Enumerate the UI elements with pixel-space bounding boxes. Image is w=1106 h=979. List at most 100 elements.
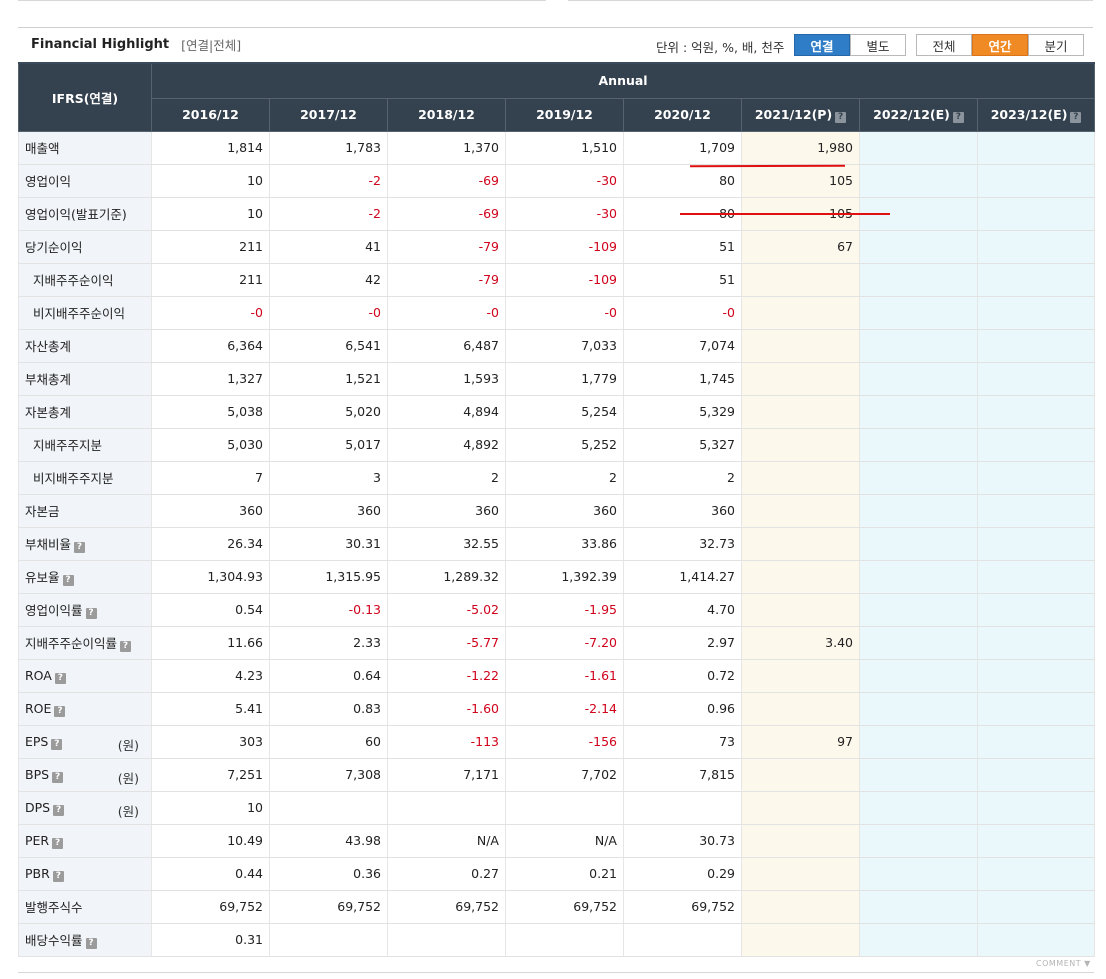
- help-icon[interactable]: ?: [120, 641, 132, 652]
- row-label: BPS? (원): [18, 757, 152, 792]
- table-cell: 0.31: [151, 922, 270, 957]
- table-cell: 32.73: [623, 526, 742, 561]
- row-label: 자산총계: [18, 328, 152, 363]
- row-label: 당기순이익: [18, 229, 152, 264]
- table-cell: [859, 328, 978, 363]
- row-label-text: 자본총계: [25, 405, 72, 420]
- row-unit: (원): [117, 737, 139, 753]
- help-icon[interactable]: ?: [52, 870, 64, 882]
- row-label: DPS? (원): [18, 790, 152, 825]
- table-cell: -2: [269, 163, 388, 198]
- table-cell: 4.23: [151, 658, 270, 693]
- table-cell: 2: [623, 460, 742, 495]
- table-cell: 5,020: [269, 394, 388, 429]
- annual-group-header: Annual: [150, 62, 1096, 99]
- table-cell: [859, 922, 978, 957]
- table-cell: 2: [387, 460, 506, 495]
- table-cell: -30: [505, 163, 624, 198]
- row-label: 자본총계: [18, 394, 152, 429]
- table-cell: [623, 790, 742, 825]
- table-cell: 32.55: [387, 526, 506, 561]
- table-cell: -69: [387, 163, 506, 198]
- help-icon[interactable]: ?: [54, 705, 66, 717]
- help-icon[interactable]: ?: [85, 608, 97, 619]
- row-label: 발행주식수: [18, 889, 152, 924]
- row-label-text: 지배주주순이익률: [25, 636, 118, 651]
- table-cell: [976, 889, 1096, 924]
- table-cell: [859, 427, 978, 462]
- help-icon[interactable]: ?: [53, 804, 65, 816]
- table-cell: [976, 130, 1096, 165]
- annual-button[interactable]: 연간: [972, 34, 1028, 56]
- table-row: 영업이익(발표기준) 10 -2 -69 -30 80 105: [18, 196, 1096, 231]
- help-icon[interactable]: ?: [52, 771, 64, 783]
- help-icon[interactable]: ?: [835, 111, 847, 123]
- row-label: ROE?: [18, 691, 152, 726]
- table-cell: 33.86: [505, 526, 624, 561]
- table-cell: [859, 295, 978, 330]
- table-cell: 2.33: [269, 625, 388, 660]
- table-cell: 69,752: [269, 889, 388, 924]
- table-cell: [859, 526, 978, 561]
- help-icon[interactable]: ?: [62, 575, 74, 586]
- table-cell: 360: [505, 493, 624, 528]
- table-row: ROE? 5.41 0.83 -1.60 -2.14 0.96: [18, 691, 1096, 726]
- consolidated-button[interactable]: 연결: [794, 34, 850, 56]
- help-icon[interactable]: ?: [52, 837, 64, 849]
- unit-label: 단위 : 억원, %, 배, 천주: [656, 40, 785, 55]
- row-label: 지배주주지분: [18, 427, 152, 462]
- table-cell: 10: [151, 790, 270, 825]
- table-cell: N/A: [505, 823, 624, 858]
- row-label: 지배주주순이익: [18, 262, 152, 297]
- table-cell: 41: [269, 229, 388, 264]
- table-cell: -2.14: [505, 691, 624, 726]
- column-header: 2021/12(P)?: [741, 97, 860, 132]
- table-cell: -5.77: [387, 625, 506, 660]
- row-label-text: 유보율: [25, 570, 60, 585]
- quarterly-button[interactable]: 분기: [1028, 34, 1084, 56]
- table-row: 지배주주순이익률? 11.66 2.33 -5.77 -7.20 2.97 3.40: [18, 625, 1096, 660]
- table-cell: 0.83: [269, 691, 388, 726]
- table-cell: [741, 823, 860, 858]
- scope-toggle: 연결 별도: [794, 34, 906, 56]
- table-cell: 1,392.39: [505, 559, 624, 594]
- table-cell: 0.36: [269, 856, 388, 891]
- help-icon[interactable]: ?: [51, 738, 63, 750]
- help-icon[interactable]: ?: [952, 111, 964, 123]
- table-cell: 105: [741, 163, 860, 198]
- table-cell: 0.54: [151, 592, 270, 627]
- separate-button[interactable]: 별도: [850, 34, 906, 56]
- table-cell: 0.44: [151, 856, 270, 891]
- table-row: 지배주주순이익 211 42 -79 -109 51: [18, 262, 1096, 297]
- table-cell: 69,752: [623, 889, 742, 924]
- table-cell: [859, 394, 978, 429]
- table-cell: 6,541: [269, 328, 388, 363]
- table-cell: [976, 625, 1096, 660]
- table-cell: [976, 460, 1096, 495]
- help-icon[interactable]: ?: [74, 542, 86, 553]
- table-cell: 0.27: [387, 856, 506, 891]
- table-cell: -79: [387, 262, 506, 297]
- ifrs-header: IFRS(연결): [18, 62, 152, 132]
- table-cell: 6,364: [151, 328, 270, 363]
- table-cell: [859, 790, 978, 825]
- table-cell: -0: [623, 295, 742, 330]
- table-cell: [859, 130, 978, 165]
- help-icon[interactable]: ?: [54, 672, 66, 684]
- row-label-text: 비지배주주지분: [33, 471, 114, 486]
- table-cell: [269, 790, 388, 825]
- table-cell: [741, 328, 860, 363]
- all-period-button[interactable]: 전체: [916, 34, 972, 56]
- table-cell: [741, 295, 860, 330]
- row-label-text: DPS: [25, 799, 51, 815]
- help-icon[interactable]: ?: [1070, 111, 1082, 123]
- table-cell: [976, 658, 1096, 693]
- table-cell: 69,752: [151, 889, 270, 924]
- help-icon[interactable]: ?: [85, 938, 97, 949]
- table-cell: [741, 856, 860, 891]
- comment-toggle[interactable]: COMMENT ▼: [1036, 959, 1091, 968]
- annotation-strikethrough: [680, 213, 890, 215]
- row-label-text: ROA: [25, 667, 52, 683]
- table-cell: -1.95: [505, 592, 624, 627]
- table-cell: [741, 460, 860, 495]
